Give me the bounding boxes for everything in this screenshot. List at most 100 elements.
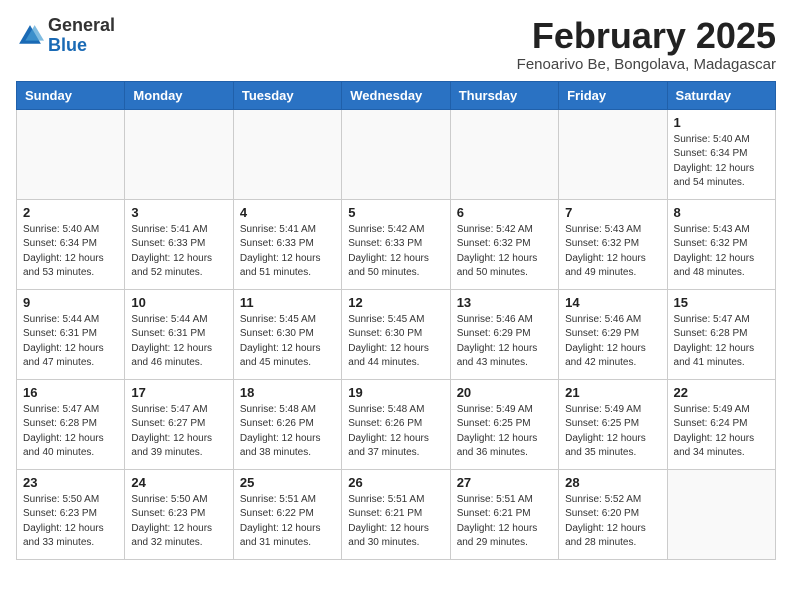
calendar-cell: 9Sunrise: 5:44 AM Sunset: 6:31 PM Daylig… xyxy=(17,289,125,379)
calendar-cell xyxy=(17,109,125,199)
calendar-cell: 20 Sunrise: 5:49 AM Sunset: 6:25 PM Dayli… xyxy=(450,379,558,469)
day-number: 20 xyxy=(457,385,552,400)
day-info: Sunrise: 5:46 AM Sunset: 6:29 PM Dayligh… xyxy=(565,313,660,371)
calendar-cell: 21 Sunrise: 5:49 AM Sunset: 6:25 PM Dayli… xyxy=(559,379,667,469)
day-number: 13 xyxy=(457,295,552,310)
calendar-cell: 24 Sunrise: 5:50 AM Sunset: 6:23 PM Dayli… xyxy=(125,469,233,559)
day-number: 1 xyxy=(674,115,769,130)
day-info: Sunrise: 5:44 AM Sunset: 6:31 PM Dayligh… xyxy=(131,313,226,371)
day-number: 17 xyxy=(131,385,226,400)
day-number: 10 xyxy=(131,295,226,310)
day-info: Sunrise: 5:43 AM Sunset: 6:32 PM Dayligh… xyxy=(565,223,660,281)
day-number: 26 xyxy=(348,475,443,490)
logo: General Blue xyxy=(16,16,115,56)
day-number: 22 xyxy=(674,385,769,400)
calendar-cell: 23 Sunrise: 5:50 AM Sunset: 6:23 PM Dayli… xyxy=(17,469,125,559)
calendar-cell: 19Sunrise: 5:48 AM Sunset: 6:26 PM Dayli… xyxy=(342,379,450,469)
day-number: 12 xyxy=(348,295,443,310)
day-number: 21 xyxy=(565,385,660,400)
day-info: Sunrise: 5:50 AM Sunset: 6:23 PM Dayligh… xyxy=(131,493,226,551)
calendar-cell: 10 Sunrise: 5:44 AM Sunset: 6:31 PM Dayli… xyxy=(125,289,233,379)
day-info: Sunrise: 5:45 AM Sunset: 6:30 PM Dayligh… xyxy=(348,313,443,371)
day-info: Sunrise: 5:46 AM Sunset: 6:29 PM Dayligh… xyxy=(457,313,552,371)
day-number: 25 xyxy=(240,475,335,490)
weekday-header-wednesday: Wednesday xyxy=(342,81,450,109)
day-info: Sunrise: 5:51 AM Sunset: 6:22 PM Dayligh… xyxy=(240,493,335,551)
calendar-cell: 7 Sunrise: 5:43 AM Sunset: 6:32 PM Daylig… xyxy=(559,199,667,289)
day-info: Sunrise: 5:45 AM Sunset: 6:30 PM Dayligh… xyxy=(240,313,335,371)
day-info: Sunrise: 5:50 AM Sunset: 6:23 PM Dayligh… xyxy=(23,493,118,551)
day-number: 7 xyxy=(565,205,660,220)
calendar-cell: 5 Sunrise: 5:42 AM Sunset: 6:33 PM Daylig… xyxy=(342,199,450,289)
day-number: 15 xyxy=(674,295,769,310)
day-info: Sunrise: 5:49 AM Sunset: 6:25 PM Dayligh… xyxy=(565,403,660,461)
calendar-table: SundayMondayTuesdayWednesdayThursdayFrid… xyxy=(16,81,776,560)
calendar-cell: 3 Sunrise: 5:41 AM Sunset: 6:33 PM Daylig… xyxy=(125,199,233,289)
day-number: 9 xyxy=(23,295,118,310)
weekday-header-thursday: Thursday xyxy=(450,81,558,109)
day-info: Sunrise: 5:52 AM Sunset: 6:20 PM Dayligh… xyxy=(565,493,660,551)
day-info: Sunrise: 5:47 AM Sunset: 6:27 PM Dayligh… xyxy=(131,403,226,461)
calendar-cell: 13 Sunrise: 5:46 AM Sunset: 6:29 PM Dayli… xyxy=(450,289,558,379)
calendar-cell: 6Sunrise: 5:42 AM Sunset: 6:32 PM Daylig… xyxy=(450,199,558,289)
week-row-5: 23 Sunrise: 5:50 AM Sunset: 6:23 PM Dayli… xyxy=(17,469,776,559)
weekday-header-monday: Monday xyxy=(125,81,233,109)
day-number: 4 xyxy=(240,205,335,220)
day-info: Sunrise: 5:51 AM Sunset: 6:21 PM Dayligh… xyxy=(348,493,443,551)
day-info: Sunrise: 5:47 AM Sunset: 6:28 PM Dayligh… xyxy=(674,313,769,371)
weekday-header-sunday: Sunday xyxy=(17,81,125,109)
location-subtitle: Fenoarivo Be, Bongolava, Madagascar xyxy=(517,56,776,73)
day-info: Sunrise: 5:48 AM Sunset: 6:26 PM Dayligh… xyxy=(240,403,335,461)
day-info: Sunrise: 5:43 AM Sunset: 6:32 PM Dayligh… xyxy=(674,223,769,281)
calendar-cell: 16 Sunrise: 5:47 AM Sunset: 6:28 PM Dayli… xyxy=(17,379,125,469)
calendar-cell: 28Sunrise: 5:52 AM Sunset: 6:20 PM Dayli… xyxy=(559,469,667,559)
month-year-title: February 2025 xyxy=(517,16,776,56)
day-number: 6 xyxy=(457,205,552,220)
day-info: Sunrise: 5:47 AM Sunset: 6:28 PM Dayligh… xyxy=(23,403,118,461)
day-info: Sunrise: 5:42 AM Sunset: 6:33 PM Dayligh… xyxy=(348,223,443,281)
calendar-cell: 1 Sunrise: 5:40 AM Sunset: 6:34 PM Daylig… xyxy=(667,109,775,199)
day-number: 18 xyxy=(240,385,335,400)
calendar-cell: 17 Sunrise: 5:47 AM Sunset: 6:27 PM Dayli… xyxy=(125,379,233,469)
calendar-cell: 26 Sunrise: 5:51 AM Sunset: 6:21 PM Dayli… xyxy=(342,469,450,559)
title-block: February 2025 Fenoarivo Be, Bongolava, M… xyxy=(517,16,776,73)
calendar-cell: 25 Sunrise: 5:51 AM Sunset: 6:22 PM Dayli… xyxy=(233,469,341,559)
day-info: Sunrise: 5:41 AM Sunset: 6:33 PM Dayligh… xyxy=(131,223,226,281)
calendar-cell: 22 Sunrise: 5:49 AM Sunset: 6:24 PM Dayli… xyxy=(667,379,775,469)
calendar-cell: 2 Sunrise: 5:40 AM Sunset: 6:34 PM Daylig… xyxy=(17,199,125,289)
day-info: Sunrise: 5:48 AM Sunset: 6:26 PM Dayligh… xyxy=(348,403,443,461)
day-number: 8 xyxy=(674,205,769,220)
day-number: 2 xyxy=(23,205,118,220)
calendar-cell: 12 Sunrise: 5:45 AM Sunset: 6:30 PM Dayli… xyxy=(342,289,450,379)
day-number: 11 xyxy=(240,295,335,310)
day-info: Sunrise: 5:41 AM Sunset: 6:33 PM Dayligh… xyxy=(240,223,335,281)
day-info: Sunrise: 5:49 AM Sunset: 6:25 PM Dayligh… xyxy=(457,403,552,461)
calendar-cell xyxy=(342,109,450,199)
page-header: General Blue February 2025 Fenoarivo Be,… xyxy=(16,16,776,73)
day-number: 5 xyxy=(348,205,443,220)
calendar-cell: 4 Sunrise: 5:41 AM Sunset: 6:33 PM Daylig… xyxy=(233,199,341,289)
day-number: 23 xyxy=(23,475,118,490)
day-number: 14 xyxy=(565,295,660,310)
day-info: Sunrise: 5:49 AM Sunset: 6:24 PM Dayligh… xyxy=(674,403,769,461)
calendar-cell xyxy=(450,109,558,199)
calendar-cell: 11 Sunrise: 5:45 AM Sunset: 6:30 PM Dayli… xyxy=(233,289,341,379)
day-number: 27 xyxy=(457,475,552,490)
weekday-header-friday: Friday xyxy=(559,81,667,109)
calendar-cell: 15 Sunrise: 5:47 AM Sunset: 6:28 PM Dayli… xyxy=(667,289,775,379)
day-info: Sunrise: 5:40 AM Sunset: 6:34 PM Dayligh… xyxy=(674,133,769,191)
day-number: 3 xyxy=(131,205,226,220)
logo-blue-text: Blue xyxy=(48,36,115,56)
calendar-cell: 14 Sunrise: 5:46 AM Sunset: 6:29 PM Dayli… xyxy=(559,289,667,379)
day-number: 16 xyxy=(23,385,118,400)
weekday-header-row: SundayMondayTuesdayWednesdayThursdayFrid… xyxy=(17,81,776,109)
calendar-cell xyxy=(233,109,341,199)
weekday-header-tuesday: Tuesday xyxy=(233,81,341,109)
logo-general-text: General xyxy=(48,16,115,36)
week-row-3: 9 Sunrise: 5:44 AM Sunset: 6:31 PM Daylig… xyxy=(17,289,776,379)
calendar-cell: 27Sunrise: 5:51 AM Sunset: 6:21 PM Dayli… xyxy=(450,469,558,559)
day-info: Sunrise: 5:40 AM Sunset: 6:34 PM Dayligh… xyxy=(23,223,118,281)
week-row-1: 1 Sunrise: 5:40 AM Sunset: 6:34 PM Daylig… xyxy=(17,109,776,199)
calendar-cell xyxy=(667,469,775,559)
day-number: 24 xyxy=(131,475,226,490)
